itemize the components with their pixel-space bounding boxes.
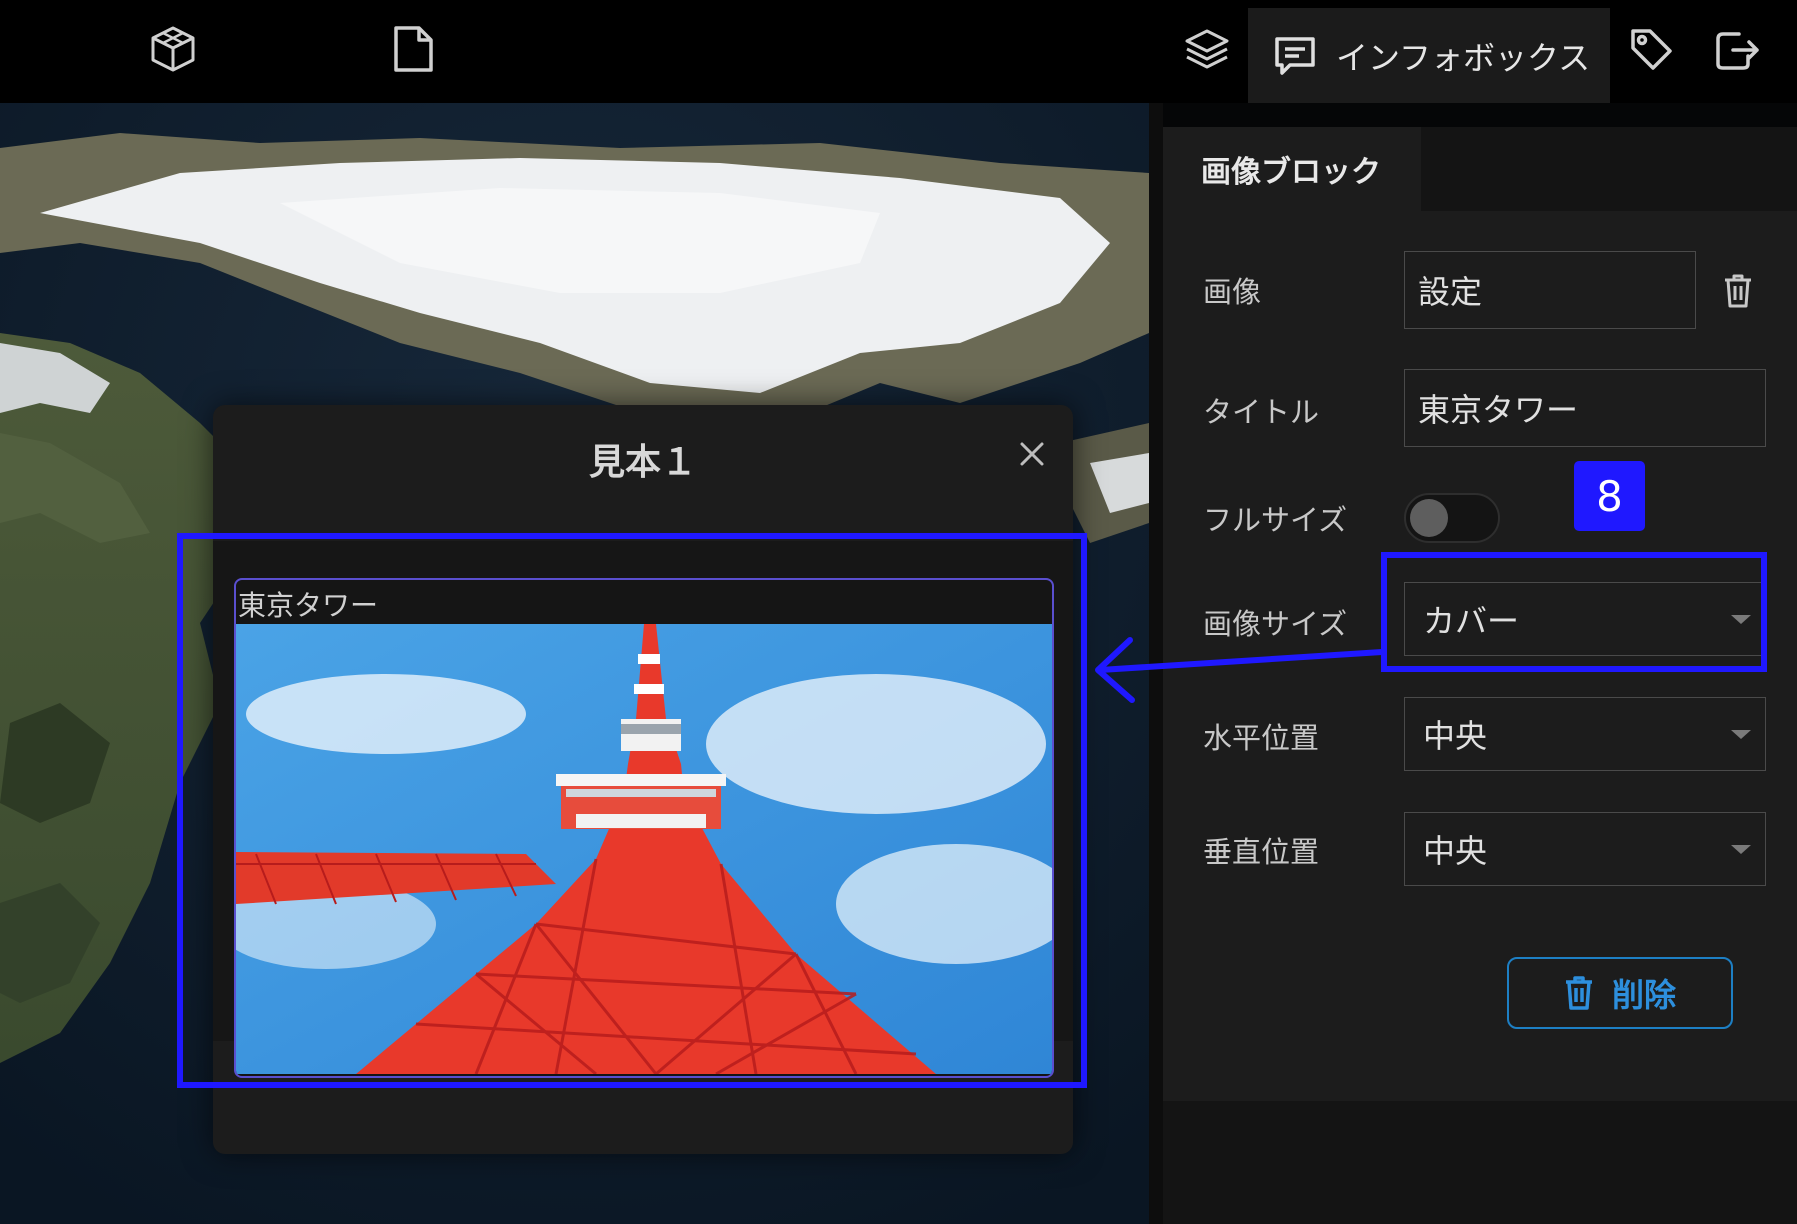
horizontal-position-label: 水平位置 <box>1203 721 1320 755</box>
tab-image-block-label: 画像ブロック <box>1201 155 1381 190</box>
image-set-value: 設定 <box>1418 273 1483 311</box>
cube-outline-icon[interactable] <box>146 22 200 76</box>
infobox-icon <box>1268 29 1322 83</box>
fullsize-toggle[interactable] <box>1404 493 1500 543</box>
vertical-position-label: 垂直位置 <box>1203 835 1320 869</box>
chevron-down-icon <box>1731 845 1751 854</box>
toggle-knob <box>1410 499 1448 537</box>
image-field-label: 画像 <box>1203 275 1262 309</box>
annotation-highlight-preview <box>177 533 1087 1088</box>
tag-icon[interactable] <box>1624 22 1678 76</box>
trash-icon <box>1565 976 1592 1010</box>
annotation-highlight-image-size <box>1381 552 1767 672</box>
dialog-title: 見本１ <box>588 442 697 483</box>
delete-button-label: 削除 <box>1611 976 1676 1014</box>
layers-icon[interactable] <box>1180 22 1234 76</box>
trash-icon <box>1725 274 1751 308</box>
top-toolbar: インフォボックス <box>0 0 1797 103</box>
fullsize-field-label: フルサイズ <box>1203 503 1348 537</box>
tab-image-block[interactable]: 画像ブロック <box>1163 127 1421 211</box>
document-icon[interactable] <box>386 22 440 76</box>
horizontal-position-select[interactable]: 中央 <box>1404 697 1766 771</box>
tab-infobox-label: インフォボックス <box>1336 38 1591 77</box>
title-input[interactable]: 東京タワー <box>1404 369 1766 447</box>
title-input-value: 東京タワー <box>1418 391 1579 429</box>
step-number-badge: 8 <box>1574 461 1645 531</box>
panel-header: 画像ブロック <box>1163 127 1797 211</box>
image-set-button[interactable]: 設定 <box>1404 251 1696 329</box>
vertical-position-value: 中央 <box>1423 832 1488 870</box>
annotation-arrow <box>1095 637 1383 703</box>
horizontal-position-value: 中央 <box>1423 717 1488 755</box>
export-icon[interactable] <box>1710 22 1764 76</box>
image-remove-button[interactable] <box>1714 267 1762 315</box>
panel-footer <box>1163 1101 1797 1224</box>
vertical-position-select[interactable]: 中央 <box>1404 812 1766 886</box>
delete-block-button[interactable]: 削除 <box>1507 957 1733 1029</box>
title-field-label: タイトル <box>1203 395 1320 429</box>
tab-infobox[interactable]: インフォボックス <box>1248 8 1610 103</box>
close-icon[interactable] <box>1009 431 1055 477</box>
chevron-down-icon <box>1731 730 1751 739</box>
